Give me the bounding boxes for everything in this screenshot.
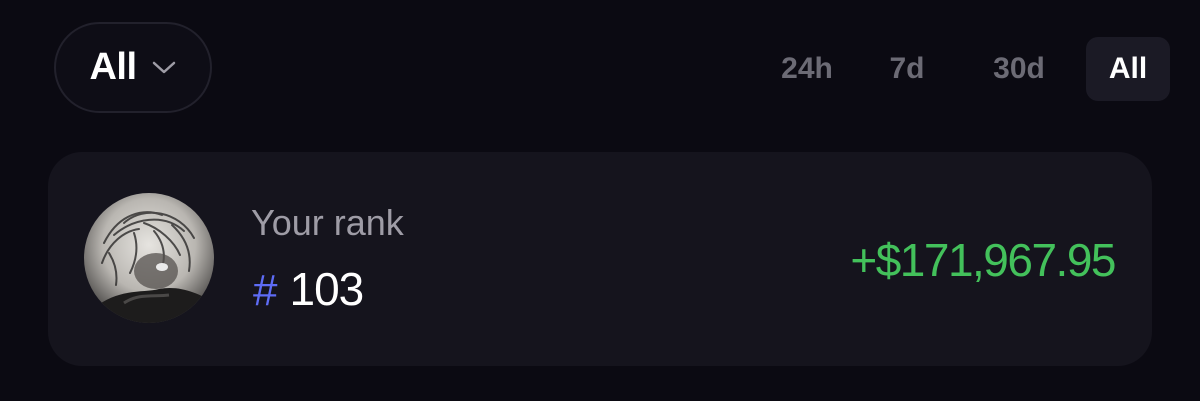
hash-symbol: # bbox=[253, 266, 278, 315]
tab-24h[interactable]: 24h bbox=[760, 37, 854, 101]
rank-card: Your rank # 103 +$171,967.95 bbox=[48, 152, 1152, 366]
avatar[interactable] bbox=[84, 193, 214, 323]
chevron-down-icon bbox=[151, 60, 177, 76]
filter-dropdown[interactable]: All bbox=[54, 22, 212, 113]
tab-all[interactable]: All bbox=[1086, 37, 1170, 101]
rank-value-row: # 103 bbox=[253, 262, 364, 316]
avatar-image bbox=[84, 193, 214, 323]
tab-7d[interactable]: 7d bbox=[870, 37, 944, 101]
filter-dropdown-label: All bbox=[89, 46, 137, 88]
rank-label: Your rank bbox=[251, 202, 404, 243]
leaderboard-page: All 24h 7d 30d All Your rank # 103 +$171… bbox=[0, 0, 1200, 401]
tab-30d[interactable]: 30d bbox=[972, 37, 1066, 101]
pnl-value: +$171,967.95 bbox=[850, 234, 1116, 286]
period-tabs: 24h 7d 30d All bbox=[760, 37, 1170, 101]
rank-number: 103 bbox=[289, 263, 364, 315]
